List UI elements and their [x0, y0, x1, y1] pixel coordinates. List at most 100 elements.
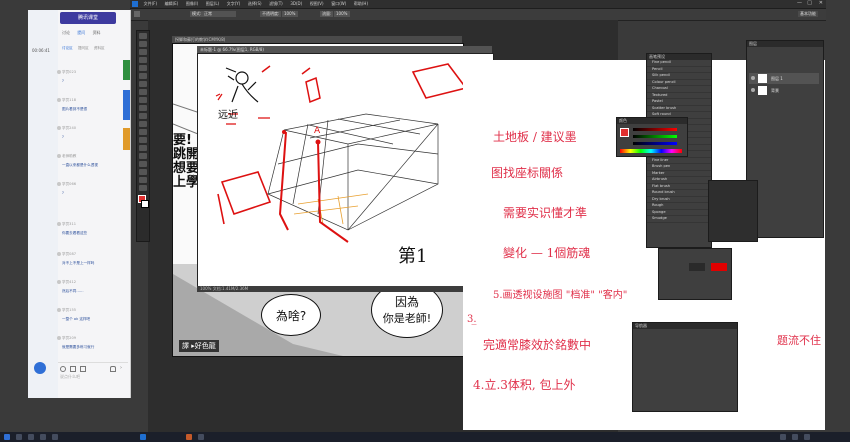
send-icon[interactable]: › — [120, 366, 122, 371]
color-fg-swatch[interactable] — [620, 128, 629, 137]
photoshop-task-icon[interactable] — [140, 434, 146, 440]
color-panel: 颜色 — [616, 117, 688, 157]
healing-tool-icon[interactable] — [139, 81, 147, 87]
zoom-tool-icon[interactable] — [139, 185, 147, 191]
menu-image[interactable]: 图像(I) — [186, 0, 198, 8]
brush-tool-icon[interactable] — [139, 89, 147, 95]
bell-icon[interactable] — [110, 366, 116, 372]
avatar — [57, 222, 61, 226]
dodge-tool-icon[interactable] — [139, 137, 147, 143]
chat-tab[interactable]: 讨论 — [62, 30, 70, 35]
eyedropper-tool-icon[interactable] — [139, 73, 147, 79]
note-line-4: 變化 — 1個筋魂 — [503, 246, 591, 260]
doc-front-status: 100% 文档:1.41M/2.36M — [197, 286, 492, 292]
menu-edit[interactable]: 编辑(E) — [165, 0, 179, 8]
note-line-7: 完適常膝效於銘數中 — [483, 338, 592, 352]
stamp-tool-icon[interactable] — [139, 97, 147, 103]
type-tool-icon[interactable] — [139, 153, 147, 159]
chat-brand-banner: 腾讯课堂 — [60, 12, 116, 24]
minimize-icon[interactable]: — — [797, 0, 802, 6]
image-icon[interactable] — [70, 366, 76, 372]
blur-tool-icon[interactable] — [139, 129, 147, 135]
opacity-field[interactable]: 100% — [282, 11, 298, 17]
chat-message-text: ? — [62, 135, 64, 139]
tray-icon[interactable] — [780, 434, 786, 440]
layer-row[interactable]: 图层 1 — [749, 73, 819, 84]
path-select-icon[interactable] — [139, 161, 147, 167]
chat-header-tab[interactable]: 资料区 — [94, 46, 105, 50]
task-icon[interactable] — [52, 434, 58, 440]
flow-field[interactable]: 100% — [334, 11, 350, 17]
start-icon[interactable] — [4, 434, 10, 440]
menu-view[interactable]: 视图(V) — [310, 0, 324, 8]
chat-input[interactable]: 说点什么吧 — [60, 374, 124, 382]
gradient-tool-icon[interactable] — [139, 121, 147, 127]
dark-swatch[interactable] — [689, 263, 705, 271]
color-slider-g[interactable] — [633, 135, 677, 138]
menu-select[interactable]: 选择(S) — [248, 0, 262, 8]
eye-icon[interactable] — [751, 76, 755, 80]
gift-icon[interactable] — [80, 366, 86, 372]
pen-tool-icon[interactable] — [139, 145, 147, 151]
eraser-tool-icon[interactable] — [139, 113, 147, 119]
marquee-tool-icon[interactable] — [139, 41, 147, 47]
layer-row[interactable]: 背景 — [749, 85, 819, 96]
tray-icon[interactable] — [792, 434, 798, 440]
chat-tab[interactable]: 资料 — [93, 30, 101, 35]
menu-layer[interactable]: 图层(L) — [206, 0, 219, 8]
shape-tool-icon[interactable] — [139, 169, 147, 175]
doc-back-title[interactable]: 拐脚和蘇打的教学(CMYK/8) — [172, 36, 462, 43]
hand-tool-icon[interactable] — [139, 177, 147, 183]
lasso-tool-icon[interactable] — [139, 49, 147, 55]
menu-3d[interactable]: 3D(D) — [290, 0, 302, 8]
mode-select[interactable]: 正常 — [202, 11, 236, 17]
opacity-label: 不透明度: — [260, 11, 282, 17]
menu-file[interactable]: 文件(F) — [144, 0, 157, 8]
task-icon[interactable] — [16, 434, 22, 440]
move-tool-icon[interactable] — [139, 33, 147, 39]
live-button[interactable] — [34, 362, 46, 374]
chat-message-text: 你要去看看这些 — [62, 231, 88, 235]
color-slider-b[interactable] — [633, 142, 677, 145]
history-brush-icon[interactable] — [139, 105, 147, 111]
brush-tool-icon[interactable] — [134, 11, 140, 17]
eye-icon[interactable] — [751, 88, 755, 92]
emoji-icon[interactable] — [60, 366, 66, 372]
menu-filter[interactable]: 滤镜(T) — [269, 0, 283, 8]
menu-window[interactable]: 窗口(W) — [331, 0, 346, 8]
chat-message-text: 一直以来都是什么透视 — [62, 163, 98, 167]
task-icon[interactable] — [186, 434, 192, 440]
menu-help[interactable]: 帮助(H) — [354, 0, 368, 8]
maximize-icon[interactable]: □ — [807, 0, 812, 6]
menu-type[interactable]: 文字(Y) — [227, 0, 241, 8]
quick-select-tool-icon[interactable] — [139, 57, 147, 63]
task-icon[interactable] — [40, 434, 46, 440]
chat-tab[interactable]: 提问 — [77, 30, 85, 35]
color-ramp[interactable] — [620, 149, 682, 153]
red-swatch[interactable] — [711, 263, 727, 271]
task-icon[interactable] — [198, 434, 204, 440]
chat-message: 学员311 你要去看看这些 — [57, 222, 124, 236]
close-icon[interactable]: ✕ — [819, 0, 823, 6]
color-slider-r[interactable] — [633, 128, 677, 131]
layer-thumbnail — [758, 86, 767, 95]
background-color-swatch[interactable] — [141, 200, 149, 208]
doc-front-canvas[interactable]: A 远近 第1 — [197, 53, 494, 288]
brush-item[interactable]: Smudge — [647, 216, 711, 223]
small-dialog-panel: 导航器 — [632, 322, 738, 412]
layer-thumbnail — [758, 74, 767, 83]
chat-header-tab[interactable]: 讨论区 — [62, 46, 73, 50]
chat-header-tab[interactable]: 提问区 — [78, 46, 89, 50]
chat-time: 00:06:41 — [32, 48, 50, 53]
stick-figure-drawing — [225, 67, 259, 103]
task-icon[interactable] — [28, 434, 34, 440]
chat-message-text: 图片看到不是很 — [62, 107, 88, 111]
doc-front-title[interactable]: 未标题-1 @ 66.7%(图层1, RGB/8) — [197, 46, 492, 53]
side-strip-blue — [123, 90, 130, 120]
chat-message-name: 学员118 — [62, 98, 77, 102]
translator-stamp: 譯 ▸好色龍 — [179, 340, 219, 352]
note-line-6: 3.̲ — [467, 314, 477, 325]
workspace-button[interactable]: 基本功能 — [798, 11, 818, 17]
tray-icon[interactable] — [804, 434, 810, 440]
crop-tool-icon[interactable] — [139, 65, 147, 71]
